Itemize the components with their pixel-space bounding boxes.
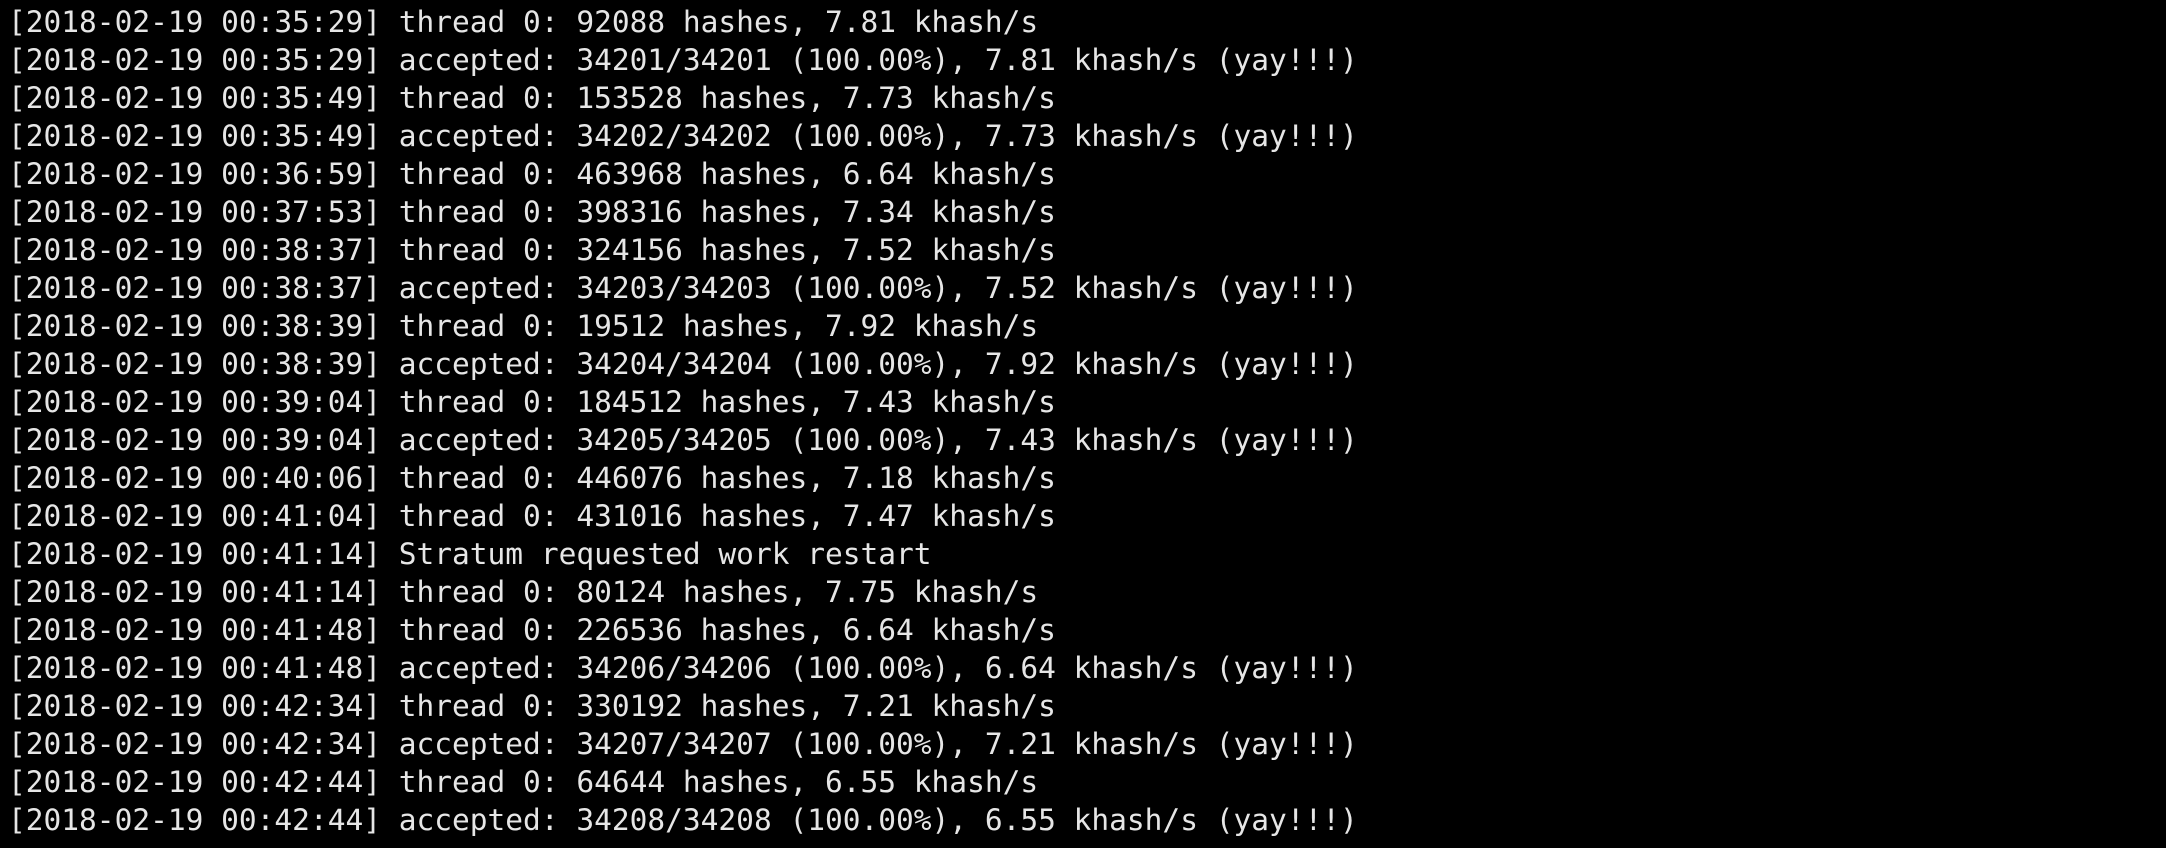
log-line: [2018-02-19 00:42:44] thread 0: 64644 ha…	[8, 765, 1039, 799]
log-line: [2018-02-19 00:37:53] thread 0: 398316 h…	[8, 195, 1056, 229]
log-line: [2018-02-19 00:41:14] thread 0: 80124 ha…	[8, 575, 1039, 609]
log-line: [2018-02-19 00:41:48] thread 0: 226536 h…	[8, 613, 1056, 647]
log-line: [2018-02-19 00:38:39] thread 0: 19512 ha…	[8, 309, 1039, 343]
log-line: [2018-02-19 00:35:49] accepted: 34202/34…	[8, 119, 1358, 153]
log-line: [2018-02-19 00:38:37] accepted: 34203/34…	[8, 271, 1358, 305]
log-line: [2018-02-19 00:42:34] thread 0: 330192 h…	[8, 689, 1056, 723]
log-line: [2018-02-19 00:42:44] accepted: 34208/34…	[8, 803, 1358, 837]
terminal-window[interactable]: [2018-02-19 00:35:29] thread 0: 92088 ha…	[0, 0, 2166, 848]
log-line: [2018-02-19 00:38:37] thread 0: 324156 h…	[8, 233, 1056, 267]
log-line: [2018-02-19 00:35:49] thread 0: 153528 h…	[8, 81, 1056, 115]
log-line: [2018-02-19 00:38:39] accepted: 34204/34…	[8, 347, 1358, 381]
log-line: [2018-02-19 00:35:29] thread 0: 92088 ha…	[8, 5, 1039, 39]
log-line: [2018-02-19 00:41:14] Stratum requested …	[8, 537, 932, 571]
log-line: [2018-02-19 00:36:59] thread 0: 463968 h…	[8, 157, 1056, 191]
log-line: [2018-02-19 00:35:29] accepted: 34201/34…	[8, 43, 1358, 77]
log-line: [2018-02-19 00:42:34] accepted: 34207/34…	[8, 727, 1358, 761]
log-line: [2018-02-19 00:40:06] thread 0: 446076 h…	[8, 461, 1056, 495]
log-line: [2018-02-19 00:39:04] thread 0: 184512 h…	[8, 385, 1056, 419]
terminal-output: [2018-02-19 00:35:29] thread 0: 92088 ha…	[8, 3, 1358, 839]
log-line: [2018-02-19 00:41:04] thread 0: 431016 h…	[8, 499, 1056, 533]
log-line: [2018-02-19 00:39:04] accepted: 34205/34…	[8, 423, 1358, 457]
log-line: [2018-02-19 00:41:48] accepted: 34206/34…	[8, 651, 1358, 685]
